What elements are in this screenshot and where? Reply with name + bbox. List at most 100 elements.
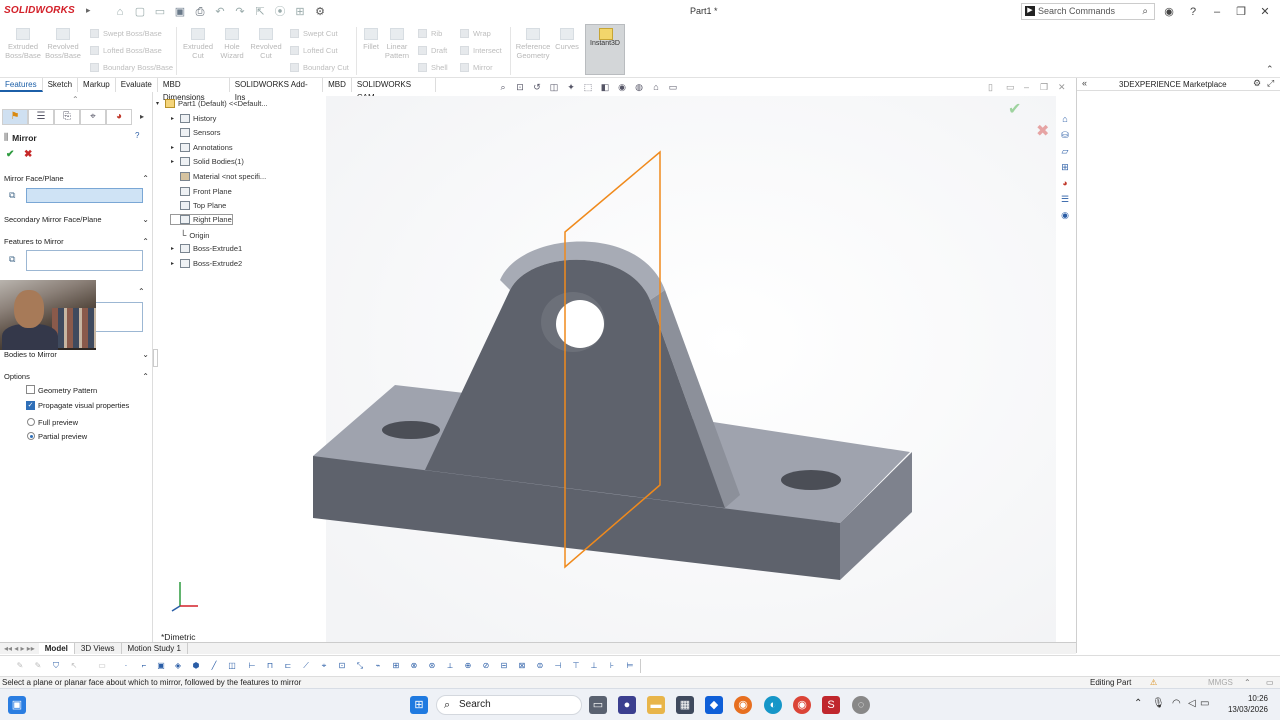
store-icon[interactable]: ▦ xyxy=(676,696,694,714)
isometric-icon[interactable]: ⬢ xyxy=(190,660,202,672)
base-hole-left xyxy=(382,421,440,439)
tool-icon-15[interactable]: ⊞ xyxy=(390,660,402,672)
teams-icon[interactable]: ● xyxy=(618,696,636,714)
customize-icon[interactable]: ▭ xyxy=(1266,677,1274,688)
tool-icon-21[interactable]: ⊟ xyxy=(498,660,510,672)
tab-motion-study[interactable]: Motion Study 1 xyxy=(122,643,188,654)
tool-icon-26[interactable]: ⊥ xyxy=(588,660,600,672)
windows-taskbar: ▣ ⊞ ⌕ Search ▭ ● ▬ ▦ ◆ ◉ ◐ ◉ S ◌ ⌃ 🎙 ◠ ◁ … xyxy=(0,688,1280,720)
chrome-icon[interactable]: ◉ xyxy=(793,696,811,714)
wifi-icon[interactable]: ◠ xyxy=(1172,698,1181,709)
tool-icon-11[interactable]: ⌖ xyxy=(318,660,330,672)
clock-time: 10:26 xyxy=(1247,694,1268,703)
account-icon[interactable]: ◉ xyxy=(1160,4,1178,20)
tool-icon-1[interactable]: ✎ xyxy=(14,660,26,672)
tool-icon-25[interactable]: ⊤ xyxy=(570,660,582,672)
help-icon[interactable]: ? xyxy=(1184,4,1202,20)
view-cube-icon[interactable]: ◈ xyxy=(172,660,184,672)
volume-icon[interactable]: ◁ xyxy=(1188,698,1196,709)
sketch-icon[interactable]: ⌐ xyxy=(138,660,150,672)
box-icon[interactable]: ▣ xyxy=(155,660,167,672)
tool-icon-14[interactable]: ⌁ xyxy=(372,660,384,672)
units-selector[interactable]: MMGS xyxy=(1208,677,1233,688)
pin-icon[interactable]: ⤢ xyxy=(1267,78,1274,89)
tab-model[interactable]: Model xyxy=(38,643,75,654)
bore-hole xyxy=(556,300,604,348)
tool-icon-10[interactable]: ⟋ xyxy=(300,660,312,672)
line-icon[interactable]: ╱ xyxy=(208,660,220,672)
tool-icon-18[interactable]: ⟂ xyxy=(444,660,456,672)
taskbar-search[interactable]: ⌕ Search xyxy=(436,695,582,715)
task-switch-icon[interactable]: ▭ xyxy=(589,696,607,714)
tool-icon-20[interactable]: ⊘ xyxy=(480,660,492,672)
task-view-icon[interactable]: ▣ xyxy=(8,696,26,714)
task-pane-header: « 3DEXPERIENCE Marketplace ⚙ ⤢ xyxy=(1077,78,1280,91)
status-message: Select a plane or planar face about whic… xyxy=(2,678,302,687)
tool-icon-6[interactable]: ◫ xyxy=(226,660,238,672)
rebuild-status-icon[interactable]: ⚠ xyxy=(1150,677,1157,688)
confirm-corner-cancel-icon[interactable]: ✖ xyxy=(1036,123,1049,140)
tab-3d-views[interactable]: 3D Views xyxy=(75,643,122,654)
windows-start-icon[interactable]: ⊞ xyxy=(410,696,428,714)
tool-icon-3[interactable]: ⛉ xyxy=(50,660,62,672)
taskbar-search-label: Search xyxy=(459,699,491,710)
tool-icon-28[interactable]: ⊨ xyxy=(624,660,636,672)
search-icon[interactable]: ⌕ xyxy=(1142,4,1148,19)
tool-icon-27[interactable]: ⊦ xyxy=(606,660,618,672)
task-pane-tabs: ⌂ ⛁ ▱ ⊞ ◕ ☰ ◉ xyxy=(1058,112,1074,224)
file-explorer-icon[interactable]: ⊞ xyxy=(1058,160,1072,174)
tool-icon-12[interactable]: ⊡ xyxy=(336,660,348,672)
tool-icon-22[interactable]: ⊠ xyxy=(516,660,528,672)
clock-date: 13/03/2026 xyxy=(1227,705,1268,714)
tool-icon-13[interactable]: ⤡ xyxy=(354,660,366,672)
point-icon[interactable]: · xyxy=(120,660,132,672)
tool-icon-5[interactable]: ▭ xyxy=(96,660,108,672)
expand-pane-icon[interactable]: « xyxy=(1082,78,1087,88)
view-orientation-label: *Dimetric xyxy=(161,632,196,642)
tool-icon-8[interactable]: ⊓ xyxy=(264,660,276,672)
tool-icon-19[interactable]: ⊕ xyxy=(462,660,474,672)
divider xyxy=(640,659,641,673)
minimize-icon[interactable]: – xyxy=(1208,4,1226,20)
custom-properties-icon[interactable]: ☰ xyxy=(1058,192,1072,206)
app-icon[interactable]: ◌ xyxy=(852,696,870,714)
model-tabs: ◂◂ ◂ ▸ ▸▸ Model 3D Views Motion Study 1 xyxy=(0,642,1076,654)
design-library-icon[interactable]: ▱ xyxy=(1058,144,1072,158)
file-explorer-icon[interactable]: ▬ xyxy=(647,696,665,714)
edge-icon[interactable]: ◐ xyxy=(764,696,782,714)
tool-icon-2[interactable]: ✎ xyxy=(32,660,44,672)
tool-icon-24[interactable]: ⊣ xyxy=(552,660,564,672)
marketplace-icon[interactable]: ◉ xyxy=(1058,208,1072,222)
restore-icon[interactable]: ❐ xyxy=(1232,4,1250,20)
firefox-icon[interactable]: ◉ xyxy=(734,696,752,714)
tool-icon-7[interactable]: ⊢ xyxy=(246,660,258,672)
resources-icon[interactable]: ⛁ xyxy=(1058,128,1072,142)
status-bar: Select a plane or planar face about whic… xyxy=(0,676,1280,688)
tool-icon-17[interactable]: ⊛ xyxy=(426,660,438,672)
home-icon[interactable]: ⌂ xyxy=(1058,112,1072,126)
dropbox-icon[interactable]: ◆ xyxy=(705,696,723,714)
status-mode: Editing Part xyxy=(1090,678,1132,687)
confirm-corner-check-icon[interactable]: ✔ xyxy=(1008,101,1021,118)
settings-gear-icon[interactable]: ⚙ xyxy=(1253,78,1261,89)
units-dropdown-icon[interactable]: ⌃ xyxy=(1244,677,1251,688)
graphics-area[interactable]: ✔ ✖ xyxy=(0,0,1076,642)
search-icon: ⌕ xyxy=(444,699,451,711)
tab-scroll-icons[interactable]: ◂◂ ◂ ▸ ▸▸ xyxy=(0,644,39,653)
battery-icon[interactable]: ▭ xyxy=(1200,698,1209,709)
solidworks-taskbar-icon[interactable]: S xyxy=(822,696,840,714)
tool-icon-9[interactable]: ⊏ xyxy=(282,660,294,672)
base-hole-right xyxy=(781,470,841,490)
close-icon[interactable]: ✕ xyxy=(1256,4,1274,20)
task-pane: « 3DEXPERIENCE Marketplace ⚙ ⤢ xyxy=(1076,78,1280,653)
tool-icon-16[interactable]: ⊗ xyxy=(408,660,420,672)
appearances-icon[interactable]: ◕ xyxy=(1058,176,1072,190)
system-clock[interactable]: 10:26 13/03/2026 xyxy=(1228,693,1268,715)
bottom-toolbar: ✎ ✎ ⛉ ↖ ▭ · ⌐ ▣ ◈ ⬢ ╱ ◫ ⊢ ⊓ ⊏ ⟋ ⌖ ⊡ ⤡ ⌁ … xyxy=(0,655,1280,675)
microphone-icon[interactable]: 🎙 xyxy=(1152,698,1165,709)
tool-icon-23[interactable]: ⊜ xyxy=(534,660,546,672)
tray-arrow-icon[interactable]: ⌃ xyxy=(1134,698,1142,709)
task-pane-title: 3DEXPERIENCE Marketplace xyxy=(1119,80,1227,89)
tool-icon-4[interactable]: ↖ xyxy=(68,660,80,672)
collapse-ribbon-icon[interactable]: ⌃ xyxy=(1266,64,1274,75)
